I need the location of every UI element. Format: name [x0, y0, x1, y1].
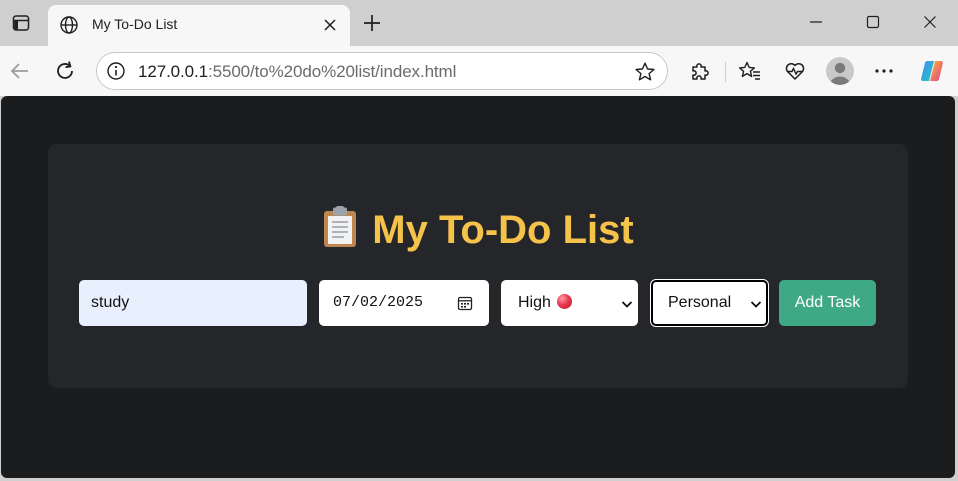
refresh-icon[interactable]: [50, 56, 80, 86]
info-icon[interactable]: [106, 61, 126, 81]
calendar-icon[interactable]: [457, 295, 473, 311]
close-tab-icon[interactable]: [320, 15, 340, 35]
browser-toolbar: 127.0.0.1:5500/to%20do%20list/index.html: [0, 46, 958, 96]
category-value: Personal: [668, 294, 732, 311]
priority-label: High: [518, 294, 551, 311]
back-arrow-icon[interactable]: [5, 56, 35, 86]
add-task-button[interactable]: Add Task: [779, 280, 876, 326]
favorites-icon[interactable]: [735, 56, 765, 86]
toolbar-divider: [725, 62, 726, 82]
chevron-down-icon: [621, 297, 633, 309]
minimize-icon[interactable]: [801, 8, 831, 36]
task-input[interactable]: [79, 280, 307, 326]
due-date-value: 07/02/2025: [333, 294, 424, 311]
red-circle-icon: [556, 294, 572, 309]
address-bar[interactable]: 127.0.0.1:5500/to%20do%20list/index.html: [96, 52, 668, 90]
page-title: My To-Do List: [48, 206, 908, 258]
avatar-icon[interactable]: [826, 57, 854, 85]
due-date-input[interactable]: 07/02/2025: [319, 280, 489, 326]
page-viewport: My To-Do List 07/02/2025 High Personal A…: [1, 96, 955, 478]
maximize-icon[interactable]: [858, 8, 888, 36]
priority-select[interactable]: High: [501, 280, 638, 326]
priority-value: High: [518, 294, 572, 312]
heartbeat-icon[interactable]: [780, 56, 810, 86]
browser-tab[interactable]: My To-Do List: [48, 5, 350, 46]
star-icon[interactable]: [634, 61, 656, 83]
todo-card: My To-Do List 07/02/2025 High Personal A…: [48, 144, 908, 388]
url-path: :5500/to%20do%20list/index.html: [208, 62, 457, 81]
page-title-text: My To-Do List: [372, 208, 634, 252]
url-text: 127.0.0.1:5500/to%20do%20list/index.html: [138, 62, 456, 82]
tab-actions-icon[interactable]: [6, 8, 36, 38]
close-window-icon[interactable]: [915, 8, 945, 36]
more-icon[interactable]: [869, 56, 899, 86]
tab-title: My To-Do List: [92, 16, 178, 32]
clipboard-icon: [322, 206, 358, 258]
chevron-down-icon: [750, 297, 762, 309]
title-bar: My To-Do List: [0, 0, 958, 46]
url-host: 127.0.0.1: [138, 62, 208, 81]
new-tab-icon[interactable]: [358, 9, 386, 37]
copilot-icon[interactable]: [917, 56, 947, 86]
puzzle-icon[interactable]: [685, 56, 715, 86]
globe-icon: [59, 15, 79, 35]
category-select[interactable]: Personal: [651, 280, 768, 326]
